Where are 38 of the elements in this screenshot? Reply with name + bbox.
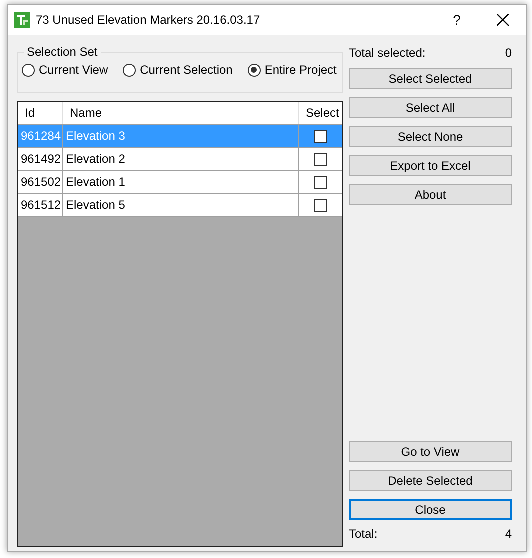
table-row[interactable]: 961512 Elevation 5 bbox=[18, 194, 342, 217]
group-title: Selection Set bbox=[26, 45, 99, 59]
bottom-button[interactable]: Close bbox=[349, 499, 512, 520]
table-row[interactable]: 961502 Elevation 1 bbox=[18, 171, 342, 194]
total-label: Total: bbox=[349, 526, 378, 540]
radio-option[interactable]: Current View bbox=[22, 63, 108, 77]
table-cell: Elevation 3 bbox=[63, 125, 299, 147]
table-cell: 961284 bbox=[18, 125, 63, 147]
checkbox[interactable] bbox=[314, 152, 327, 166]
top-button[interactable]: Select Selected bbox=[349, 68, 512, 89]
radio-option[interactable]: Entire Project bbox=[248, 63, 337, 77]
bottom-button[interactable]: Go to View bbox=[349, 441, 512, 462]
column-header[interactable]: Select bbox=[299, 102, 346, 124]
top-button[interactable]: Select All bbox=[349, 97, 512, 118]
total-value: 4 bbox=[505, 526, 512, 540]
close-icon bbox=[497, 14, 509, 26]
total-selected-value: 0 bbox=[505, 46, 512, 60]
table-cell: Elevation 5 bbox=[63, 194, 299, 216]
column-header[interactable]: Name bbox=[63, 102, 299, 124]
table-cell: 961502 bbox=[18, 171, 63, 193]
table-cell: 961512 bbox=[18, 194, 63, 216]
column-header[interactable]: Id bbox=[18, 102, 63, 124]
window-title: 73 Unused Elevation Markers 20.16.03.17 bbox=[36, 13, 262, 27]
checkbox[interactable] bbox=[314, 176, 327, 188]
checkbox[interactable] bbox=[314, 198, 327, 212]
app-logo-icon bbox=[14, 12, 30, 28]
top-button[interactable]: Export to Excel bbox=[349, 155, 512, 176]
radio-option[interactable]: Current Selection bbox=[123, 63, 233, 77]
table-cell: 961492 bbox=[18, 148, 63, 170]
top-button[interactable]: About bbox=[349, 184, 512, 205]
top-button[interactable]: Select None bbox=[349, 126, 512, 147]
table-row[interactable]: 961492 Elevation 2 bbox=[18, 148, 342, 171]
help-button[interactable]: ? bbox=[434, 5, 480, 35]
table-cell: Elevation 1 bbox=[63, 171, 299, 193]
total-selected-label: Total selected: bbox=[349, 46, 426, 60]
bottom-button[interactable]: Delete Selected bbox=[349, 470, 512, 491]
checkbox[interactable] bbox=[314, 130, 327, 142]
table-cell: Elevation 2 bbox=[63, 148, 299, 170]
